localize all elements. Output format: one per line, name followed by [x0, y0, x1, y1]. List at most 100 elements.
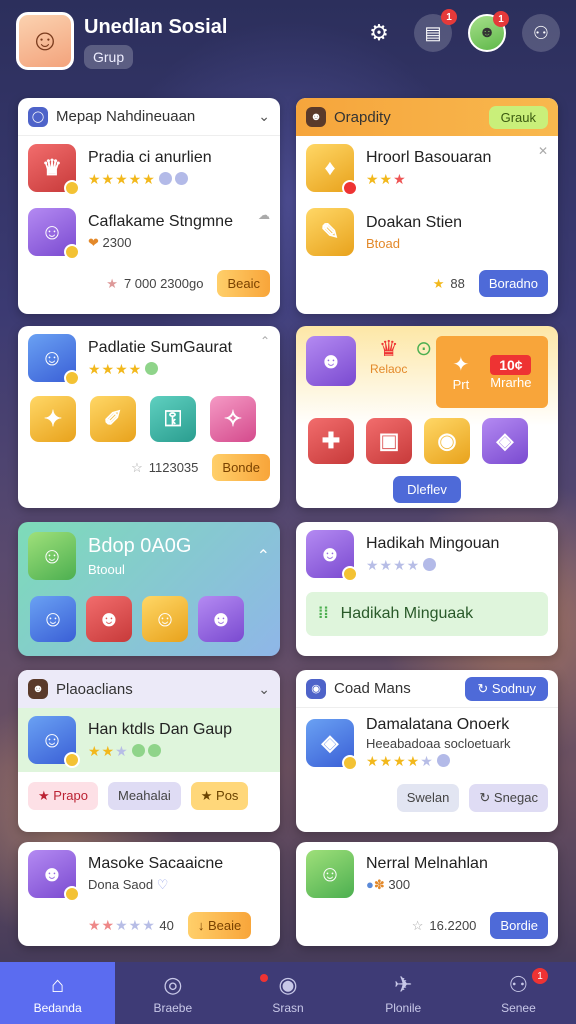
hadikah-button-label: Hadikah Minguaak	[340, 605, 474, 622]
app-title: Unedlan Sosial	[84, 16, 228, 38]
chevron-up-icon[interactable]: ⌃	[257, 546, 270, 566]
feather-icon[interactable]: ✐	[90, 396, 136, 442]
settings-gear-icon[interactable]: ⚙	[360, 14, 398, 52]
sodnuy-pill-button[interactable]: ↻ Sodnuy	[465, 676, 548, 701]
tag-icon[interactable]: ✦	[30, 396, 76, 442]
list-item[interactable]: ♦ Hroorl Basouaran ★★★ ✕	[296, 136, 558, 200]
group-pill-button[interactable]: Grauk	[488, 105, 548, 129]
game-thumb: ☻	[28, 850, 80, 902]
tab-search[interactable]: ◉ Srasn	[230, 962, 345, 1024]
account-icon[interactable]: ⚇	[522, 14, 560, 52]
game-thumb[interactable]: ☻	[306, 336, 356, 386]
badge-icon: ◉	[306, 678, 326, 699]
close-icon[interactable]: ✕	[538, 144, 548, 158]
list-item[interactable]: ✎ Doakan Stien Btoad	[296, 200, 558, 264]
action-button[interactable]: ↓ Beaie	[187, 912, 252, 939]
game-thumb: ☺	[28, 208, 80, 260]
coin-icon[interactable]: ◉	[424, 418, 470, 464]
promo-label: Prt	[452, 377, 470, 392]
list-item[interactable]: ☺ Padlatie SumGaurat ★★★★ ⌃	[18, 326, 280, 390]
member-avatar[interactable]: ☺	[30, 596, 76, 642]
promo-panel[interactable]: ✦ Prt 10¢ Mrarhe	[436, 336, 548, 408]
tab-home[interactable]: ⌂ Bedanda	[0, 962, 116, 1024]
item-name: Padlatie SumGaurat	[88, 338, 233, 356]
trophy-icon: ♦	[306, 144, 358, 196]
globe-icon: ◉	[278, 971, 298, 997]
tab-settings[interactable]: 1 ⚇ Senee	[461, 962, 576, 1024]
list-item[interactable]: ☻ Hadikah Mingouan ★★★★	[296, 522, 558, 586]
grid-icon: ⁞⁞	[318, 605, 329, 622]
action-button[interactable]: Bonde	[212, 454, 270, 481]
item-sub: ●✽ 300	[366, 877, 411, 892]
list-item[interactable]: ◈ Damalatana Onoerk Heeabadoaa socloetua…	[296, 708, 558, 778]
item-sub: Heeabadoaa socloetuark	[366, 736, 511, 751]
news-icon[interactable]: ▤ 1	[414, 9, 457, 52]
game-thumb: ☺	[28, 532, 76, 580]
group-icon: ◯	[28, 106, 48, 127]
avatar-icon: ☻	[306, 107, 326, 127]
action-button[interactable]: Boradno	[478, 270, 548, 297]
app-avatar[interactable]: ☺	[16, 12, 74, 70]
card-footer: ☆ 16.2200 Bordie	[296, 906, 558, 945]
compass-icon: ◎	[163, 971, 183, 997]
app-header: ☺ Unedlan Sosial Grup ⚙ ▤ 1 ☻ 1 ⚇	[0, 0, 576, 86]
item-name: Caflakame Stngmne	[88, 213, 233, 230]
group-badge[interactable]: Grup	[84, 45, 134, 69]
snegac-button[interactable]: ↻ Snegac	[469, 784, 548, 812]
card-header[interactable]: ☻ Orapdity Grauk	[296, 98, 558, 136]
card-header[interactable]: ☻ Plaoaclians ⌄	[18, 670, 280, 708]
promo-label: Mrarhe	[490, 374, 532, 390]
card-coad-mans: ◉ Coad Mans ↻ Sodnuy ◈ Damalatana Onoerk…	[296, 670, 558, 832]
list-item[interactable]: ☺ Nerral Melnahlan ●✽ 300	[296, 842, 558, 906]
hadikah-button[interactable]: ⁞⁞ Hadikah Minguaak	[306, 592, 548, 636]
item-name: Nerral Melnahlan	[366, 855, 488, 872]
item-name: Hroorl Basouaran	[366, 148, 492, 166]
item-name: Masoke Sacaaicne	[88, 855, 224, 872]
reward-label: Relaoc	[370, 362, 408, 376]
lock-icon[interactable]: ⚿	[150, 396, 196, 442]
card-header[interactable]: ◉ Coad Mans ↻ Sodnuy	[296, 670, 558, 708]
card-title: Bdop 0A0G	[88, 535, 192, 557]
chevron-up-icon[interactable]: ⌃	[260, 334, 270, 348]
card-footer: ★★★★★ 40 ↓ Beaie	[18, 906, 280, 945]
bottom-tab-bar: ⌂ Bedanda ◎ Braebe ◉ Srasn ✈ Plonile 1 ⚇…	[0, 962, 576, 1024]
card-footer: Dleflev	[296, 470, 558, 503]
game-thumb: ☺	[28, 716, 80, 768]
user-avatar-button[interactable]: ☻ 1	[468, 11, 509, 52]
pos-button[interactable]: ★ Pos	[190, 782, 249, 810]
list-item[interactable]: ☺ Caflakame Stngmne ❤ 2300 ☁	[18, 200, 280, 264]
gift-icon[interactable]: ✚	[308, 418, 354, 464]
photo-icon[interactable]: ▣	[366, 418, 412, 464]
chevron-down-icon[interactable]: ⌄	[258, 681, 270, 698]
action-button[interactable]: Bordie	[490, 912, 548, 939]
card-header[interactable]: ◯ Mepap Nahdineuaan ⌄	[18, 98, 280, 136]
member-avatars: ☺ ☻ ☺ ☻	[18, 590, 280, 648]
tab-profile[interactable]: ✈ Plonile	[346, 962, 461, 1024]
list-item[interactable]: ☺ Han ktdls Dan Gaup ★★★	[18, 708, 280, 772]
item-name: Damalatana Onoerk	[366, 716, 510, 733]
card-icon[interactable]: ◈	[482, 418, 528, 464]
ticket-icon[interactable]: ✧	[210, 396, 256, 442]
tab-label: Senee	[501, 1000, 536, 1015]
list-item[interactable]: ♛ Pradia ci anurlien ★★★★★	[18, 136, 280, 200]
game-thumb: ☺	[306, 850, 354, 898]
member-avatar[interactable]: ☻	[86, 596, 132, 642]
card-header[interactable]: ☺ Bdop 0A0G Btooul ⌃	[18, 522, 280, 590]
member-avatar[interactable]: ☻	[198, 596, 244, 642]
game-thumb: ◈	[306, 719, 358, 771]
list-item[interactable]: ☻ Masoke Sacaaicne Dona Saod ♡	[18, 842, 280, 906]
prapo-button[interactable]: ★ Prapo	[28, 782, 98, 810]
tab-notif-badge: 1	[532, 968, 549, 984]
swelan-button[interactable]: Swelan	[396, 784, 460, 812]
item-sub: Dona Saod ♡	[88, 877, 169, 892]
meahalai-button[interactable]: Meahalai	[107, 782, 181, 810]
action-button[interactable]: Beaic	[217, 270, 270, 297]
tab-label: Bedanda	[33, 1000, 82, 1015]
card-masoke: ☻ Masoke Sacaaicne Dona Saod ♡ ★★★★★ 40 …	[18, 842, 280, 946]
chevron-down-icon[interactable]: ⌄	[258, 108, 270, 125]
reward-label-block: ♛ Relaoc	[370, 336, 407, 408]
member-avatar[interactable]: ☺	[142, 596, 188, 642]
tab-label: Plonile	[385, 1000, 422, 1015]
deliver-button[interactable]: Dleflev	[393, 476, 461, 503]
tab-explore[interactable]: ◎ Braebe	[115, 962, 230, 1024]
